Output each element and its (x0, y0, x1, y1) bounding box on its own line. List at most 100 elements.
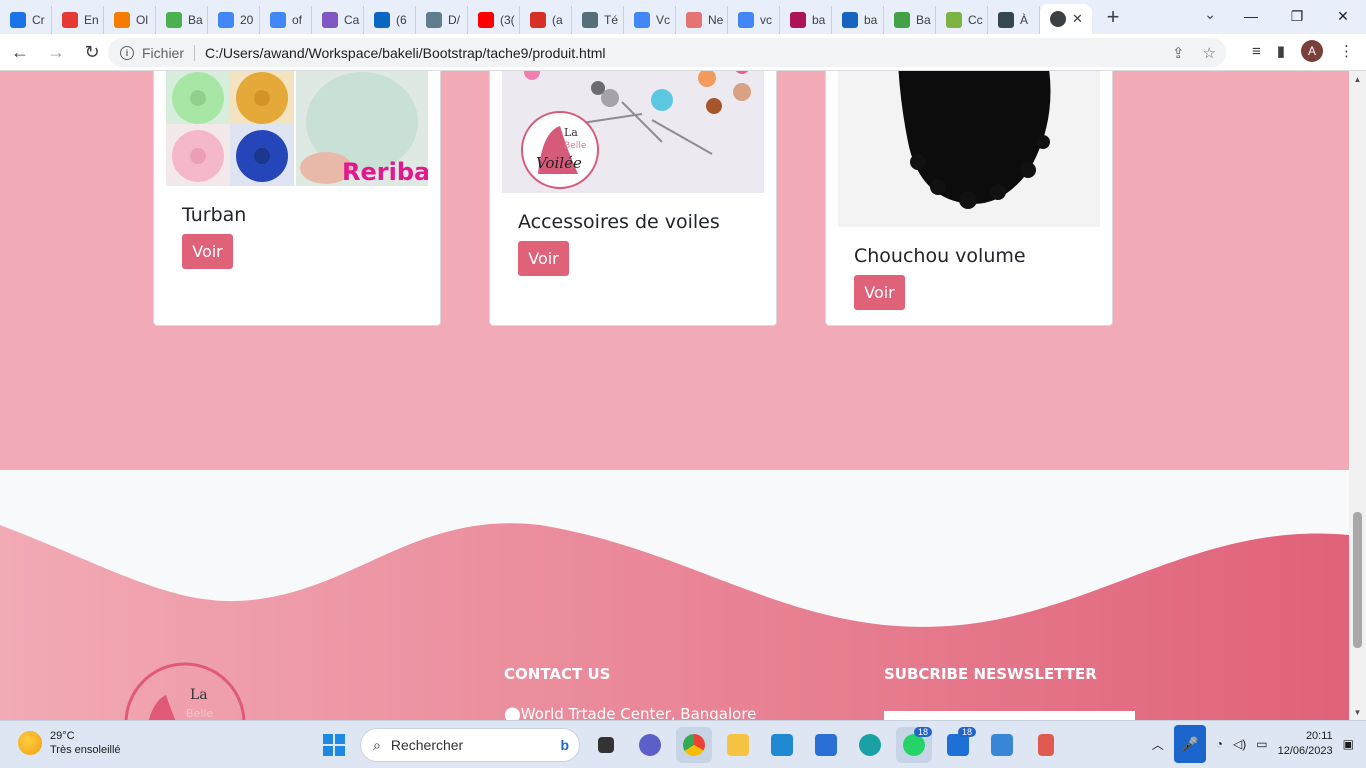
newsletter-email-input[interactable] (884, 711, 1135, 720)
vscode-icon[interactable] (764, 727, 800, 763)
snipping-tool-icon[interactable] (1028, 727, 1064, 763)
browser-tab[interactable]: (3( (468, 6, 520, 34)
tab-favicon-icon (790, 12, 806, 28)
tab-favicon-icon (62, 12, 78, 28)
tab-favicon-icon (738, 12, 754, 28)
browser-tab[interactable]: Ol (104, 6, 156, 34)
browser-tab[interactable]: (a (520, 6, 572, 34)
tab-search-button[interactable]: ⌄ (1204, 6, 1216, 23)
browser-tab[interactable]: Vc (624, 6, 676, 34)
media-control-icon[interactable]: ≡ (1252, 43, 1261, 60)
browser-tab[interactable]: (6 (364, 6, 416, 34)
voir-button[interactable]: Voir (518, 241, 569, 276)
info-icon[interactable]: i (120, 45, 134, 60)
clock-time: 20:11 (1305, 730, 1333, 742)
browser-tab[interactable]: Ba (884, 6, 936, 34)
browser-tab[interactable]: Ne (676, 6, 728, 34)
bookmark-star-icon[interactable]: ☆ (1203, 44, 1216, 62)
voir-button[interactable]: Voir (182, 234, 233, 269)
scrollbar-thumb[interactable] (1353, 512, 1362, 648)
start-button[interactable] (316, 727, 352, 763)
voir-button[interactable]: Voir (854, 275, 905, 310)
weather-widget[interactable]: 29°C Très ensoleillé (18, 729, 121, 757)
close-tab-icon[interactable]: ✕ (1072, 11, 1083, 27)
weather-desc: Très ensoleillé (50, 744, 121, 756)
chrome-icon[interactable] (676, 727, 712, 763)
scroll-down-arrow[interactable]: ▼ (1349, 704, 1366, 720)
menu-kebab-icon[interactable]: ⋮ (1339, 42, 1354, 60)
browser-tab[interactable]: Cc (936, 6, 988, 34)
browser-tab[interactable]: 20 (208, 6, 260, 34)
search-icon: ⌕ (373, 736, 381, 753)
product-image-accessoires: La Belle Voilée (502, 71, 764, 193)
whatsapp-icon[interactable]: 18 (896, 727, 932, 763)
browser-tab[interactable]: ba (832, 6, 884, 34)
product-card-accessoires: La Belle Voilée Accessoires de voiles Vo… (489, 71, 777, 326)
tab-favicon-icon (322, 12, 338, 28)
browser-tab[interactable]: À (988, 6, 1040, 34)
browser-tab[interactable]: En (52, 6, 104, 34)
whatsapp-badge: 18 (913, 727, 932, 737)
tab-favicon-icon (218, 12, 234, 28)
browser-tab[interactable]: Ca (312, 6, 364, 34)
product-card-turban: Reriba Turban Voir (153, 71, 441, 326)
mail-icon[interactable]: 18 (940, 727, 976, 763)
tab-label: of (292, 13, 303, 27)
scheme-label: Fichier (142, 44, 185, 61)
address-separator (194, 44, 196, 61)
active-browser-tab[interactable]: ✕ (1040, 4, 1092, 34)
location-pin-icon: ⬤ (504, 705, 521, 720)
edge-icon[interactable] (852, 727, 888, 763)
battery-icon[interactable]: ▭ (1256, 737, 1267, 751)
volume-icon[interactable]: ◁) (1233, 737, 1246, 751)
browser-tab[interactable]: Té (572, 6, 624, 34)
globe-icon (1050, 11, 1066, 27)
weather-temp: 29°C (50, 730, 75, 742)
teams-icon[interactable] (632, 727, 668, 763)
photos-icon[interactable] (984, 727, 1020, 763)
browser-tab[interactable]: of (260, 6, 312, 34)
taskbar-search[interactable]: ⌕ Rechercher b (360, 728, 580, 762)
browser-toolbar: ← → ↻ i Fichier C:/Users/awand/Workspace… (0, 34, 1366, 71)
minimize-button[interactable]: — (1228, 0, 1274, 32)
task-view-icon[interactable] (588, 727, 624, 763)
file-explorer-icon[interactable] (720, 727, 756, 763)
share-icon[interactable]: ⇪ (1172, 44, 1185, 62)
chevron-up-icon[interactable]: ︿ (1152, 736, 1164, 753)
new-tab-button[interactable]: + (1098, 2, 1128, 32)
tab-favicon-icon (478, 12, 494, 28)
clock[interactable]: 20:11 12/06/2023 (1278, 729, 1333, 759)
close-window-button[interactable]: ✕ (1320, 0, 1366, 32)
scroll-up-arrow[interactable]: ▲ (1349, 71, 1366, 87)
forward-button[interactable]: → (40, 36, 72, 68)
browser-tab[interactable]: D/ (416, 6, 468, 34)
url-text[interactable]: C:/Users/awand/Workspace/bakeli/Bootstra… (205, 45, 606, 61)
svg-text:Reriba: Reriba (342, 158, 428, 186)
contact-heading: CONTACT US (504, 665, 611, 683)
browser-tab[interactable]: ba (780, 6, 832, 34)
logo-belle-text: Belle (564, 141, 587, 151)
address-bar[interactable]: i Fichier C:/Users/awand/Workspace/bakel… (108, 38, 1226, 67)
tab-label: (3( (500, 13, 515, 27)
microphone-icon[interactable]: 🎤 (1173, 725, 1206, 763)
browser-tab[interactable]: Cr (0, 6, 52, 34)
back-button[interactable]: ← (4, 36, 36, 68)
side-panel-icon[interactable]: ▮ (1277, 42, 1285, 60)
tab-favicon-icon (946, 12, 962, 28)
reload-button[interactable]: ↻ (76, 36, 108, 68)
wifi-icon[interactable]: ◔ (1216, 737, 1223, 751)
tab-favicon-icon (270, 12, 286, 28)
tab-favicon-icon (894, 12, 910, 28)
tab-favicon-icon (582, 12, 598, 28)
notification-icon[interactable]: ▣ (1343, 737, 1354, 751)
tab-favicon-icon (10, 12, 26, 28)
tab-label: En (84, 13, 99, 27)
footer-logo: La Belle (124, 662, 246, 720)
maximize-button[interactable]: ❐ (1274, 0, 1320, 32)
browser-tab[interactable]: vc (728, 6, 780, 34)
profile-avatar[interactable]: A (1301, 40, 1323, 62)
page-scrollbar[interactable]: ▲ ▼ (1349, 71, 1366, 720)
tab-favicon-icon (842, 12, 858, 28)
store-icon[interactable] (808, 727, 844, 763)
browser-tab[interactable]: Ba (156, 6, 208, 34)
